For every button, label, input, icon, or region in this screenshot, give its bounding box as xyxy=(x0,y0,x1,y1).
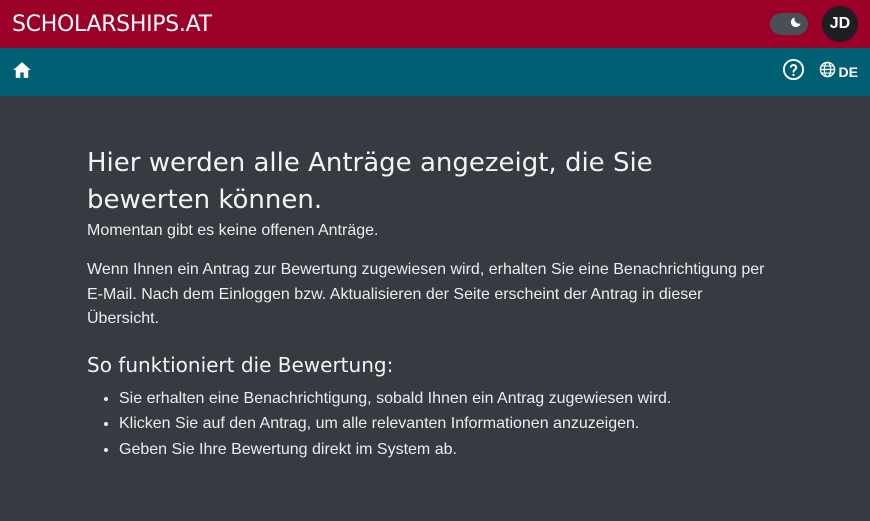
language-label: DE xyxy=(838,64,858,80)
help-button[interactable] xyxy=(782,58,805,86)
theme-toggle[interactable] xyxy=(770,13,808,35)
main-navbar: DE xyxy=(0,48,870,96)
section-title: So funktioniert die Bewertung: xyxy=(87,352,394,377)
info-text: Wenn Ihnen ein Antrag zur Bewertung zuge… xyxy=(87,261,765,327)
top-header: SCHOLARSHIPS.AT JD xyxy=(0,0,870,48)
home-button[interactable] xyxy=(12,60,32,85)
moon-icon xyxy=(789,15,803,34)
brand-logo[interactable]: SCHOLARSHIPS.AT xyxy=(12,12,212,37)
help-icon xyxy=(782,58,805,86)
steps-list: Sie erhalten eine Benachrichtigung, soba… xyxy=(87,386,777,463)
nav-actions: DE xyxy=(782,58,858,86)
main-content: Hier werden alle Anträge angezeigt, die … xyxy=(87,145,777,462)
list-item: Geben Sie Ihre Bewertung direkt im Syste… xyxy=(119,437,777,463)
globe-icon xyxy=(819,61,836,83)
user-avatar[interactable]: JD xyxy=(822,6,858,42)
header-actions: JD xyxy=(770,6,858,42)
empty-status-text: Momentan gibt es keine offenen Anträge. xyxy=(87,222,379,239)
list-item: Sie erhalten eine Benachrichtigung, soba… xyxy=(119,386,777,412)
page-title: Hier werden alle Anträge angezeigt, die … xyxy=(87,148,653,215)
language-selector[interactable]: DE xyxy=(819,61,858,83)
home-icon xyxy=(12,60,32,85)
list-item: Klicken Sie auf den Antrag, um alle rele… xyxy=(119,411,777,437)
